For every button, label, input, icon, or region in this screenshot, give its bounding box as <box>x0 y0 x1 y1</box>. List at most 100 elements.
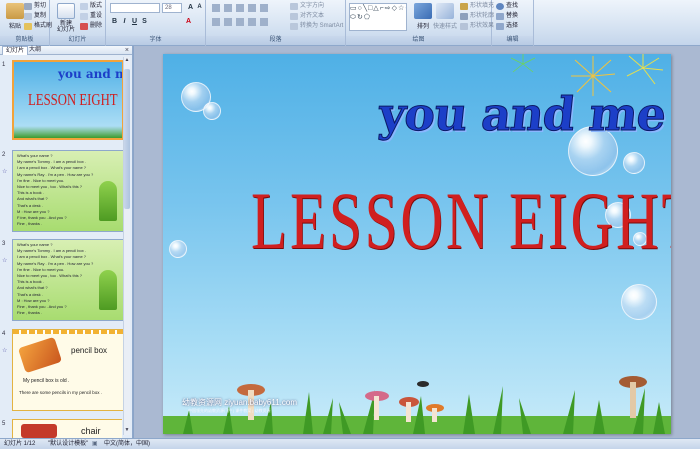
close-pane-button[interactable]: × <box>125 46 129 55</box>
thumbnail-row-2[interactable]: 2 ☆ What's your name ? My name's Tommy .… <box>2 150 124 232</box>
find-button[interactable]: 查找 <box>496 2 518 11</box>
thumb-line: Fine , thanks . <box>17 221 43 227</box>
watermark-subtext: 中国领先的幼教资源门户 | 课件教案 | 幼教资源 <box>188 408 271 413</box>
effects-icon <box>460 23 468 30</box>
thumb-label: pencil box <box>71 346 108 355</box>
clipboard-label: 剪贴板 <box>0 36 49 45</box>
animation-star-icon: ☆ <box>2 348 8 354</box>
shape-outline-button[interactable]: 形状轮廓 <box>460 12 494 21</box>
shape-effects-button[interactable]: 形状效果 <box>460 22 494 31</box>
grow-font-button[interactable]: A <box>186 3 195 12</box>
format-painter-button[interactable]: 格式刷 <box>24 22 52 31</box>
thumb-line: Fine , thanks . <box>17 310 43 316</box>
thumbnail-row-4[interactable]: 4 ☆ pencil box My pencil box is old . Th… <box>2 329 124 411</box>
language-indicator[interactable]: 中文(简体，中国) <box>104 439 150 449</box>
paragraph-group: 文字方向 对齐文本 转换为 SmartArt 段落 <box>206 0 346 46</box>
spellcheck-icon[interactable]: ▣ <box>92 439 98 449</box>
bubble-decoration <box>203 102 221 120</box>
layout-icon <box>80 3 88 10</box>
drawing-group: ▭○╲□△⌐⇨◇☆⊂⊃{}⬭↻⬠ 排列 快速样式 形状填充 形状轮廓 形状效果 … <box>346 0 494 46</box>
slide-number: 5 <box>2 421 6 427</box>
thumb-border-top <box>13 330 123 334</box>
brush-icon <box>24 23 32 30</box>
thumbnail-row-5[interactable]: 5 chair <box>2 419 122 438</box>
delete-button[interactable]: 删除 <box>80 22 102 31</box>
shrink-font-button[interactable]: A <box>195 3 204 12</box>
thumbnail-row-1[interactable]: 1 you and me LESSON EIGHT <box>2 60 124 140</box>
new-slide-button[interactable]: 新建 幻灯片 <box>53 3 79 33</box>
smartart-icon <box>290 23 298 30</box>
plant-image <box>99 181 117 221</box>
animation-star-icon: ☆ <box>2 169 8 175</box>
font-size-field[interactable]: 28 <box>162 3 182 13</box>
outline-icon <box>460 13 468 20</box>
select-icon <box>496 23 504 30</box>
slides-group: 新建 幻灯片 版式 重设 删除 幻灯片 <box>50 0 106 46</box>
thumb-caption: My pencil box is old . <box>23 378 70 384</box>
pane-scrollbar[interactable]: ▲ ▼ <box>123 57 130 435</box>
cut-button[interactable]: 剪切 <box>24 2 46 11</box>
quick-styles-icon <box>436 3 454 19</box>
pane-tabs: 幻灯片 大纲 × <box>0 46 132 55</box>
select-button[interactable]: 选择 <box>496 22 518 31</box>
underline-button[interactable]: U <box>130 17 139 26</box>
italic-button[interactable]: I <box>120 17 129 26</box>
delete-icon <box>80 23 88 30</box>
shapes-gallery[interactable]: ▭○╲□△⌐⇨◇☆⊂⊃{}⬭↻⬠ <box>349 3 407 31</box>
slide-thumbnail-3[interactable]: What's your name ? My name's Tommy . I a… <box>12 239 124 321</box>
quick-styles-button[interactable]: 快速样式 <box>430 3 460 30</box>
reset-button[interactable]: 重设 <box>80 12 102 21</box>
shadow-button[interactable]: S <box>140 17 149 26</box>
pencil-box-image <box>17 336 63 374</box>
slide-thumbnail-1[interactable]: you and me LESSON EIGHT <box>12 60 124 140</box>
slide-position: 幻灯片 1/12 <box>4 441 36 447</box>
slide-subtitle[interactable]: you and me <box>376 87 669 142</box>
bubble-decoration <box>621 284 657 320</box>
copy-button[interactable]: 复制 <box>24 12 46 21</box>
slide-thumbnail-2[interactable]: What's your name ? My name's Tommy . I a… <box>12 150 124 232</box>
font-label: 字体 <box>106 36 205 45</box>
font-group: 28 A A B I U S A 字体 <box>106 0 206 46</box>
slides-pane: 幻灯片 大纲 × 1 you and me LESSON EIGHT 2 ☆ W… <box>0 46 133 438</box>
scroll-up-icon[interactable]: ▲ <box>124 57 130 65</box>
status-bar: 幻灯片 1/12 "默认设计模板" ▣ 中文(简体，中国) <box>0 438 700 449</box>
align-text-button[interactable]: 对齐文本 <box>290 12 324 21</box>
tab-slides[interactable]: 幻灯片 <box>2 46 29 55</box>
slide-thumbnail-5[interactable]: chair <box>12 419 122 438</box>
editing-label: 编辑 <box>492 36 533 45</box>
slide-thumbnail-4[interactable]: pencil box My pencil box is old . There … <box>12 329 124 411</box>
slide-number: 2 <box>2 152 6 158</box>
plant-image <box>99 270 117 310</box>
scroll-down-icon[interactable]: ▼ <box>124 427 130 435</box>
scroll-thumb[interactable] <box>124 69 130 209</box>
bubble-decoration <box>623 152 645 174</box>
font-name-field[interactable] <box>110 3 160 13</box>
replace-icon <box>496 13 504 20</box>
bubble-decoration <box>169 240 187 258</box>
new-slide-icon <box>57 3 75 19</box>
paragraph-label: 段落 <box>206 36 345 45</box>
layout-button[interactable]: 版式 <box>80 2 102 11</box>
clipboard-group: 粘贴 剪切 复制 格式刷 剪贴板 <box>0 0 52 46</box>
replace-button[interactable]: 替换 <box>496 12 518 21</box>
theme-name: "默认设计模板" <box>48 441 89 447</box>
fill-icon <box>460 3 468 10</box>
bold-button[interactable]: B <box>110 17 119 26</box>
tab-outline[interactable]: 大纲 <box>26 46 44 55</box>
slide-number: 1 <box>2 62 6 68</box>
thumbnail-row-3[interactable]: 3 ☆ What's your name ? My name's Tommy .… <box>2 239 124 321</box>
slides-label: 幻灯片 <box>50 36 105 45</box>
reset-icon <box>80 13 88 20</box>
text-direction-button[interactable]: 文字方向 <box>290 2 324 11</box>
align-text-icon <box>290 13 298 20</box>
list-buttons-icon <box>212 4 272 12</box>
shape-fill-button[interactable]: 形状填充 <box>460 2 494 11</box>
slide-title[interactable]: LESSON EIGHT <box>251 174 671 268</box>
scissors-icon <box>24 3 32 10</box>
thumb-grass <box>14 126 122 138</box>
smartart-button[interactable]: 转换为 SmartArt <box>290 22 343 31</box>
font-color-button[interactable]: A <box>184 17 193 26</box>
current-slide[interactable]: you and me LESSON EIGHT 幼教资源网 ziyuan.bab… <box>163 54 671 434</box>
drawing-label: 绘图 <box>346 36 491 45</box>
editing-group: 查找 替换 选择 编辑 <box>492 0 534 46</box>
